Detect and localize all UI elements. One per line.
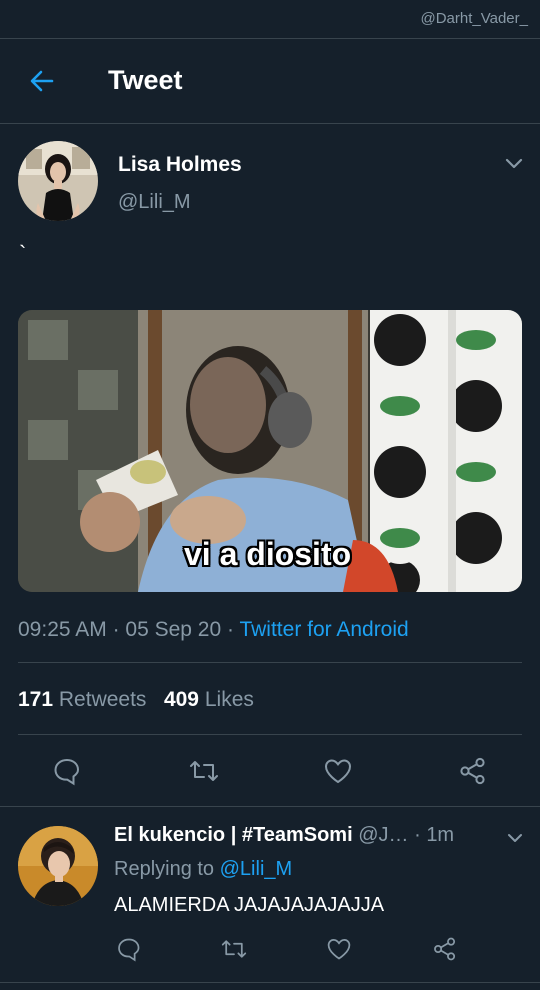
share-icon[interactable] [458,756,488,786]
reply-handle[interactable]: @J… [358,824,408,846]
page-title: Tweet [108,65,183,95]
app-bar: Tweet [0,39,540,124]
like-icon[interactable] [326,936,356,966]
reply-actions [0,936,540,966]
retweets-stat[interactable]: 171 Retweets [18,688,146,711]
reply-avatar[interactable] [18,826,98,906]
media-caption: vi a diosito [184,536,352,572]
watermark: @Darht_Vader_ [420,10,528,27]
chevron-down-icon[interactable] [507,830,523,846]
like-icon[interactable] [323,756,353,786]
reply-text: ALAMIERDA JAJAJAJAJAJJA [114,894,385,916]
tweet-date: 05 Sep 20 [125,618,222,641]
tweet-actions [0,756,540,796]
retweet-icon[interactable] [188,756,218,786]
reply-header: El kukencio | #TeamSomi @J… · 1m [114,824,455,846]
section-divider [0,806,540,807]
reply-time: 1m [426,824,455,846]
likes-stat[interactable]: 409 Likes [164,688,254,711]
user-handle[interactable]: @Lili_M [118,191,191,214]
tweet-meta: 09:25 AM · 05 Sep 20 · Twitter for Andro… [18,618,409,641]
tweet-stats: 171 Retweets 409 Likes [18,688,254,712]
tweet-time: 09:25 AM [18,618,107,641]
arrow-left-icon[interactable] [28,67,56,95]
replying-to: Replying to @Lili_M [114,858,293,880]
watermark-bar: @Darht_Vader_ [0,0,540,39]
retweet-icon[interactable] [220,936,250,966]
tweet-media[interactable]: vi a diosito [18,310,522,592]
avatar[interactable] [18,141,98,221]
reply-icon[interactable] [52,756,82,786]
share-icon[interactable] [432,936,462,966]
tweet-source-link[interactable]: Twitter for Android [239,618,408,641]
divider [18,734,522,735]
chevron-down-icon[interactable] [505,154,523,172]
reply-display-name[interactable]: El kukencio | #TeamSomi [114,824,353,846]
section-divider [0,982,540,983]
tweet-text: ` [19,241,27,266]
replying-to-mention[interactable]: @Lili_M [220,858,293,880]
divider [18,662,522,663]
reply-tweet[interactable]: El kukencio | #TeamSomi @J… · 1m Replyin… [0,808,540,980]
display-name[interactable]: Lisa Holmes [118,153,242,177]
tweet: Lisa Holmes @Lili_M ` vi a diosito 09:25… [0,124,540,808]
reply-icon[interactable] [116,936,146,966]
